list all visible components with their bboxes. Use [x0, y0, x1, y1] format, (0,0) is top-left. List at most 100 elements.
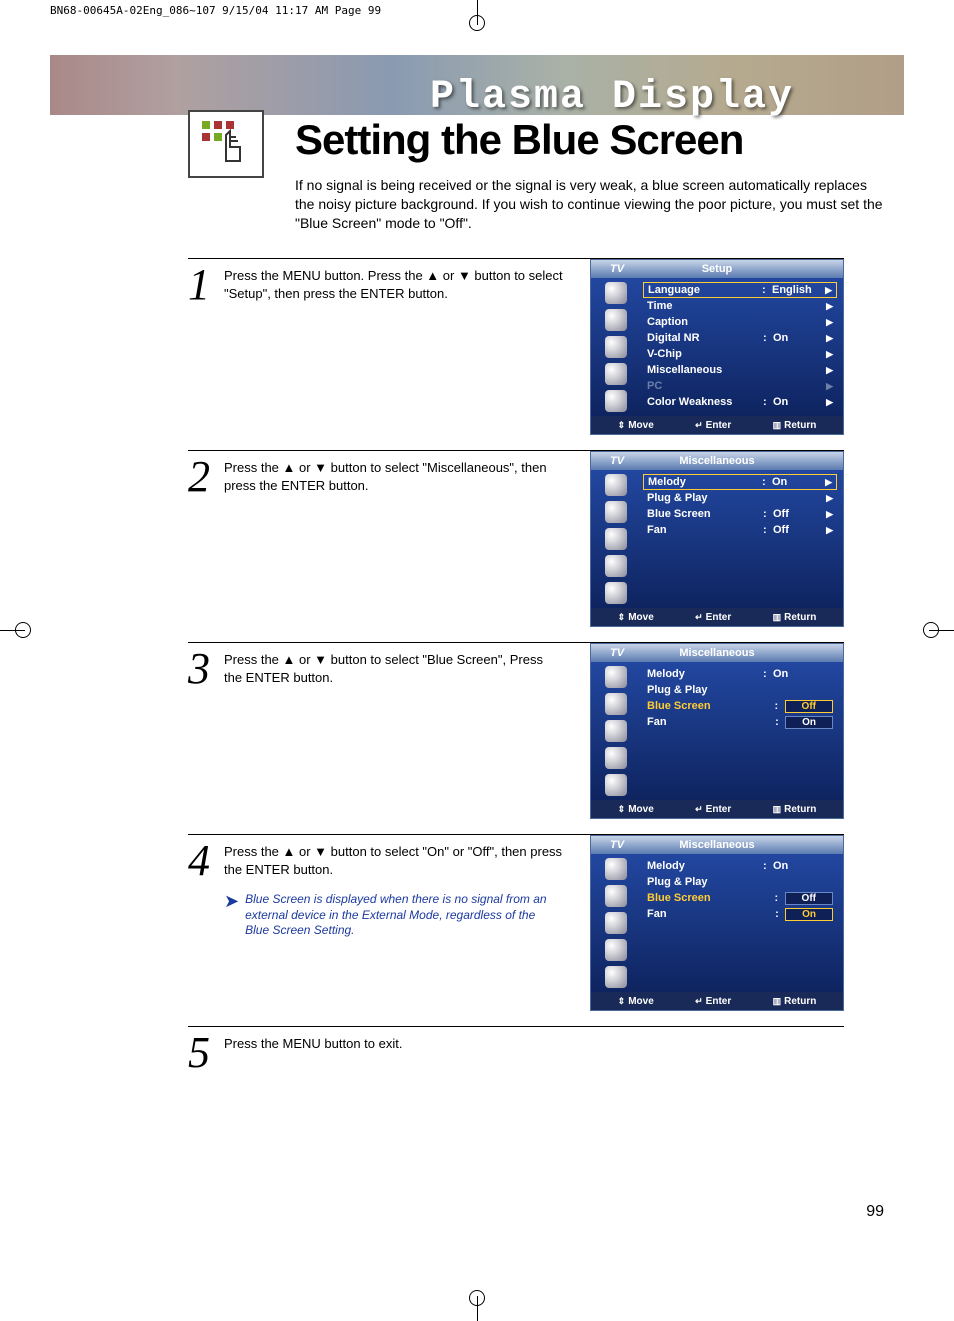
- osd-row-time[interactable]: Time▶: [643, 298, 837, 314]
- osd-label: Plug & Play: [647, 684, 763, 696]
- chevron-right-icon: ▶: [823, 509, 833, 520]
- osd-row-pc: PC▶: [643, 378, 837, 394]
- osd-footer-enter: Enter: [706, 612, 732, 623]
- osd-row-empty: [643, 762, 837, 778]
- osd-row-fan[interactable]: Fan:Off▶: [643, 522, 837, 538]
- osd-footer: ⇕Move ↵Enter ▥Return: [591, 416, 843, 434]
- osd-row-bluescreen[interactable]: Blue Screen:Off: [643, 698, 837, 714]
- step-text: Press the ▲ or ▼ button to select "Blue …: [224, 651, 564, 686]
- crop-mark: [469, 1290, 485, 1306]
- osd-label: Melody: [648, 476, 762, 488]
- osd-row-miscellaneous[interactable]: Miscellaneous▶: [643, 362, 837, 378]
- updown-icon: ⇕: [618, 804, 626, 815]
- osd-label: V-Chip: [647, 348, 763, 360]
- step-text: Press the MENU button. Press the ▲ or ▼ …: [224, 267, 564, 302]
- step-text: Press the MENU button to exit.: [224, 1035, 564, 1053]
- updown-icon: ⇕: [618, 420, 626, 431]
- osd-label: Plug & Play: [647, 876, 763, 888]
- step-2: 2 Press the ▲ or ▼ button to select "Mis…: [188, 450, 844, 622]
- osd-footer: ⇕Move ↵Enter ▥Return: [591, 608, 843, 626]
- osd-footer-return: Return: [784, 420, 816, 431]
- osd-row-colorweakness[interactable]: Color Weakness:On▶: [643, 394, 837, 410]
- chevron-right-icon: ▶: [823, 301, 833, 312]
- osd-icon: [605, 912, 627, 934]
- osd-label: Blue Screen: [647, 892, 775, 904]
- osd-category-icons: [591, 278, 641, 416]
- return-icon: ▥: [773, 996, 782, 1007]
- crop-mark: [15, 622, 31, 638]
- banner-title: Plasma Display: [430, 75, 794, 120]
- osd-icon: [605, 309, 627, 331]
- osd-row-fan[interactable]: Fan:On: [643, 906, 837, 922]
- osd-icon: [605, 966, 627, 988]
- osd-footer-enter: Enter: [706, 420, 732, 431]
- osd-row-bluescreen[interactable]: Blue Screen:Off: [643, 890, 837, 906]
- osd-row-melody[interactable]: Melody:On: [643, 858, 837, 874]
- osd-footer-enter: Enter: [706, 996, 732, 1007]
- osd-value: English: [772, 284, 822, 296]
- print-header: BN68-00645A-02Eng_086~107 9/15/04 11:17 …: [50, 4, 381, 17]
- banner: Plasma Display: [50, 55, 904, 115]
- step-number: 1: [188, 267, 218, 302]
- osd-option-off[interactable]: Off: [785, 892, 833, 905]
- osd-row-plugplay[interactable]: Plug & Play ▶: [643, 490, 837, 506]
- osd-row-language[interactable]: Language:English▶: [643, 282, 837, 298]
- osd-icon: [605, 390, 627, 412]
- osd-footer-return: Return: [784, 996, 816, 1007]
- osd-option-on[interactable]: On: [785, 908, 833, 921]
- osd-footer-move: Move: [628, 420, 654, 431]
- osd-value: Off: [773, 524, 823, 536]
- osd-label: Fan: [647, 524, 763, 536]
- osd-value: On: [773, 396, 823, 408]
- osd-value: On: [773, 668, 823, 680]
- osd-icon: [605, 336, 627, 358]
- step-number: 2: [188, 459, 218, 494]
- osd-menu: Melody:On Plug & Play Blue Screen:Off Fa…: [641, 662, 843, 800]
- osd-row-caption[interactable]: Caption▶: [643, 314, 837, 330]
- osd-footer-move: Move: [628, 996, 654, 1007]
- osd-icon: [605, 501, 627, 523]
- return-icon: ▥: [773, 420, 782, 431]
- page-number: 99: [866, 1203, 884, 1221]
- osd-label: PC: [647, 380, 763, 392]
- return-icon: ▥: [773, 612, 782, 623]
- crop-mark: [469, 15, 485, 31]
- osd-footer-move: Move: [628, 612, 654, 623]
- osd-row-plugplay[interactable]: Plug & Play: [643, 874, 837, 890]
- updown-icon: ⇕: [618, 612, 626, 623]
- osd-category-icons: [591, 854, 641, 992]
- osd-row-bluescreen[interactable]: Blue Screen:Off▶: [643, 506, 837, 522]
- osd-label: Melody: [647, 668, 763, 680]
- note-arrow-icon: ➤: [224, 892, 239, 910]
- step-number: 4: [188, 843, 218, 878]
- osd-menu: Melody:On Plug & Play Blue Screen:Off Fa…: [641, 854, 843, 992]
- osd-row-fan[interactable]: Fan:On: [643, 714, 837, 730]
- chevron-right-icon: ▶: [823, 493, 833, 504]
- osd-icon: [605, 363, 627, 385]
- osd-option-off[interactable]: Off: [785, 700, 833, 713]
- osd-tv-label: TV: [597, 839, 637, 851]
- osd-title: Miscellaneous: [679, 647, 754, 659]
- osd-icon: [605, 693, 627, 715]
- enter-icon: ↵: [695, 804, 703, 815]
- osd-tv-label: TV: [597, 647, 637, 659]
- osd-icon: [605, 720, 627, 742]
- osd-row-melody[interactable]: Melody:On▶: [643, 474, 837, 490]
- osd-label: Language: [648, 284, 762, 296]
- osd-row-vchip[interactable]: V-Chip▶: [643, 346, 837, 362]
- osd-row-plugplay[interactable]: Plug & Play: [643, 682, 837, 698]
- osd-category-icons: [591, 662, 641, 800]
- osd-row-digitalnr[interactable]: Digital NR:On▶: [643, 330, 837, 346]
- osd-footer: ⇕Move ↵Enter ▥Return: [591, 800, 843, 818]
- intro-text: If no signal is being received or the si…: [295, 176, 885, 233]
- osd-label: Plug & Play: [647, 492, 763, 504]
- hand-press-icon: [188, 110, 264, 178]
- osd-miscellaneous-3: TVMiscellaneous Melody:On Plug & Play Bl…: [590, 835, 844, 1011]
- osd-miscellaneous-1: TVMiscellaneous Melody:On▶ Plug & Play▶ …: [590, 451, 844, 627]
- osd-footer: ⇕Move ↵Enter ▥Return: [591, 992, 843, 1010]
- osd-row-empty: [643, 730, 837, 746]
- osd-label: Fan: [647, 716, 775, 728]
- osd-option-on[interactable]: On: [785, 716, 833, 729]
- osd-row-melody[interactable]: Melody:On: [643, 666, 837, 682]
- osd-menu: Melody:On▶ Plug & Play ▶ Blue Screen:Off▶…: [641, 470, 843, 608]
